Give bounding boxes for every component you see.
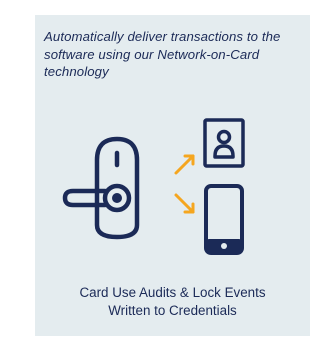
caption-line-1: Card Use Audits & Lock Events xyxy=(79,285,266,300)
id-badge-icon xyxy=(203,118,245,168)
arrow-up-right-icon xyxy=(174,154,195,175)
caption-line-2: Written to Credentials xyxy=(108,303,237,318)
arrow-down-right-icon xyxy=(174,193,195,214)
info-card: Automatically deliver transactions to th… xyxy=(35,15,310,336)
door-lock-icon xyxy=(62,136,140,240)
smartphone-icon xyxy=(204,184,244,255)
caption: Card Use Audits & Lock Events Written to… xyxy=(35,284,310,320)
